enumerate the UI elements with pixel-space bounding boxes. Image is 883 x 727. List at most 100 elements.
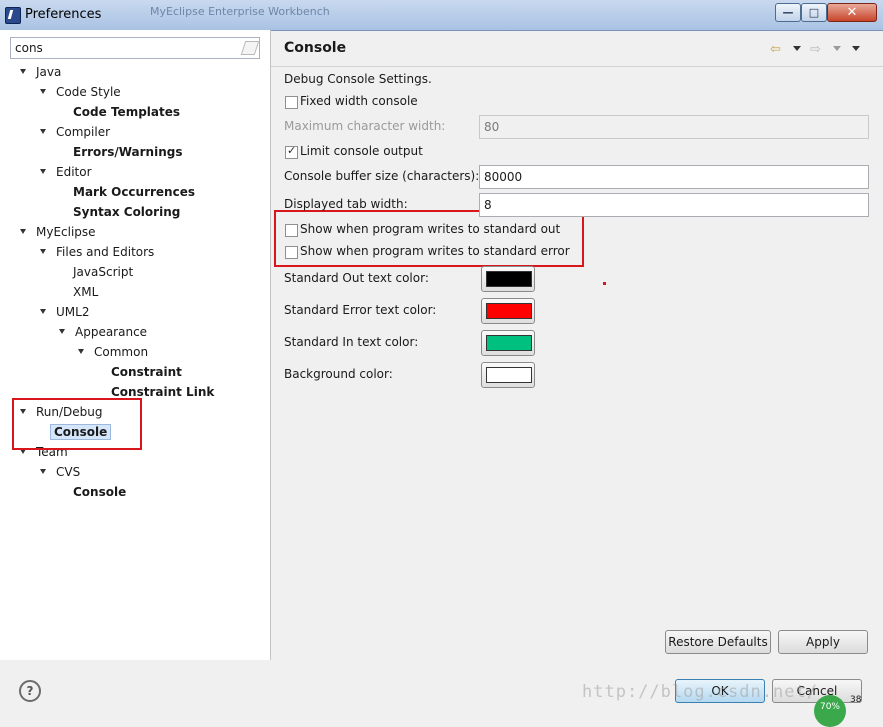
tree-item-xml[interactable]: XML <box>73 283 98 301</box>
expand-arrow-icon[interactable] <box>40 89 46 94</box>
stderr-color-button[interactable] <box>481 298 535 324</box>
minimize-button[interactable]: — <box>775 3 801 22</box>
max-char-width-value: 80 <box>484 120 500 134</box>
tree-item-appearance[interactable]: Appearance <box>59 323 147 341</box>
stdin-color-button[interactable] <box>481 330 535 356</box>
tree-item-label: CVS <box>56 465 81 479</box>
close-icon: ✕ <box>846 5 858 20</box>
buffer-size-field[interactable]: 80000 <box>479 165 869 189</box>
expand-arrow-icon[interactable] <box>40 169 46 174</box>
clear-filter-icon[interactable] <box>240 41 260 55</box>
tree-item-java[interactable]: Java <box>20 63 61 81</box>
background-color-button[interactable] <box>481 362 535 388</box>
tree-item-uml2[interactable]: UML2 <box>40 303 89 321</box>
header-separator <box>271 66 883 67</box>
red-dot-mark <box>603 282 606 285</box>
tab-width-value: 8 <box>484 198 492 212</box>
filter-input[interactable]: cons <box>10 37 260 59</box>
myeclipse-app-icon <box>5 7 21 24</box>
tree-item-myeclipse[interactable]: MyEclipse <box>20 223 96 241</box>
tree-item-label: Console <box>73 485 127 499</box>
tree-item-syntax-coloring[interactable]: Syntax Coloring <box>73 203 180 221</box>
tree-item-label: Constraint Link <box>111 385 215 399</box>
limit-output-label[interactable]: Limit console output <box>300 144 423 158</box>
tree-item-cvs-console[interactable]: Console <box>73 483 126 501</box>
show-stderr-label[interactable]: Show when program writes to standard err… <box>300 244 570 258</box>
tree-item-mark-occurrences[interactable]: Mark Occurrences <box>73 183 195 201</box>
tree-item-label: Common <box>94 345 149 359</box>
view-menu-icon[interactable] <box>852 46 860 51</box>
tree-item-errors-warnings[interactable]: Errors/Warnings <box>73 143 182 161</box>
tree-item-label: JavaScript <box>73 265 134 279</box>
tray-number: 38 <box>850 695 862 705</box>
stdout-color-button[interactable] <box>481 266 535 292</box>
tree-item-label: Files and Editors <box>56 245 155 259</box>
forward-arrow-icon[interactable]: ⇨ <box>810 42 821 57</box>
buffer-size-label: Console buffer size (characters): <box>284 169 480 183</box>
expand-arrow-icon[interactable] <box>40 309 46 314</box>
tree-item-code-templates[interactable]: Code Templates <box>73 103 180 121</box>
tree-item-label: MyEclipse <box>36 225 96 239</box>
stdout-color-swatch <box>486 271 532 287</box>
tree-item-label: Constraint <box>111 365 182 379</box>
show-stdout-checkbox[interactable] <box>285 224 298 237</box>
title-bar[interactable]: Preferences MyEclipse Enterprise Workben… <box>0 0 883 31</box>
tree-item-label: Java <box>36 65 62 79</box>
tree-item-label: Code Templates <box>73 105 181 119</box>
stderr-color-swatch <box>486 303 532 319</box>
buffer-size-value: 80000 <box>484 170 523 184</box>
max-char-width-field: 80 <box>479 115 869 139</box>
tree-item-label: Syntax Coloring <box>73 205 181 219</box>
expand-arrow-icon[interactable] <box>40 129 46 134</box>
tree-item-editor[interactable]: Editor <box>40 163 92 181</box>
expand-arrow-icon[interactable] <box>78 349 84 354</box>
filter-input-value: cons <box>15 41 43 55</box>
max-char-width-label: Maximum character width: <box>284 119 446 133</box>
restore-defaults-button[interactable]: Restore Defaults <box>665 630 771 654</box>
tree-item-compiler[interactable]: Compiler <box>40 123 110 141</box>
stdin-color-swatch <box>486 335 532 351</box>
apply-button[interactable]: Apply <box>778 630 868 654</box>
expand-arrow-icon[interactable] <box>20 229 26 234</box>
stdin-color-label: Standard In text color: <box>284 335 419 349</box>
tree-item-label: Appearance <box>75 325 148 339</box>
tree-item-common[interactable]: Common <box>78 343 148 361</box>
expand-arrow-icon[interactable] <box>20 69 26 74</box>
tree-item-javascript[interactable]: JavaScript <box>73 263 133 281</box>
tree-item-label: Compiler <box>56 125 111 139</box>
tree-item-cvs[interactable]: CVS <box>40 463 80 481</box>
minimize-icon: — <box>782 6 794 19</box>
forward-history-dropdown-icon[interactable] <box>833 46 841 51</box>
fixed-width-label[interactable]: Fixed width console <box>300 94 418 108</box>
section-label: Debug Console Settings. <box>284 72 432 86</box>
expand-arrow-icon[interactable] <box>40 249 46 254</box>
tree-item-files-and-editors[interactable]: Files and Editors <box>40 243 154 261</box>
network-speed-badge: 70% <box>814 695 846 727</box>
fixed-width-checkbox[interactable] <box>285 96 298 109</box>
tree-item-label: Editor <box>56 165 92 179</box>
tree-item-constraint[interactable]: Constraint <box>111 363 182 381</box>
back-arrow-icon[interactable]: ⇦ <box>770 42 781 57</box>
window-title: Preferences <box>25 7 102 22</box>
limit-output-checkbox[interactable] <box>285 144 298 159</box>
back-history-dropdown-icon[interactable] <box>793 46 801 51</box>
tree-item-code-style[interactable]: Code Style <box>40 83 121 101</box>
show-stdout-label[interactable]: Show when program writes to standard out <box>300 222 560 236</box>
background-color-label: Background color: <box>284 367 393 381</box>
tab-width-label: Displayed tab width: <box>284 197 408 211</box>
maximize-icon: □ <box>808 6 820 19</box>
background-color-swatch <box>486 367 532 383</box>
tree-item-label: XML <box>73 285 99 299</box>
page-title: Console <box>284 40 347 56</box>
stderr-color-label: Standard Error text color: <box>284 303 437 317</box>
show-stderr-checkbox[interactable] <box>285 246 298 259</box>
close-button[interactable]: ✕ <box>827 3 877 22</box>
watermark-text: http://blog.csdn.net/ <box>582 682 818 702</box>
tree-item-label: Code Style <box>56 85 121 99</box>
expand-arrow-icon[interactable] <box>59 329 65 334</box>
stdout-color-label: Standard Out text color: <box>284 271 429 285</box>
help-icon[interactable]: ? <box>19 680 41 702</box>
maximize-button[interactable]: □ <box>801 3 827 22</box>
expand-arrow-icon[interactable] <box>40 469 46 474</box>
tab-width-field[interactable]: 8 <box>479 193 869 217</box>
